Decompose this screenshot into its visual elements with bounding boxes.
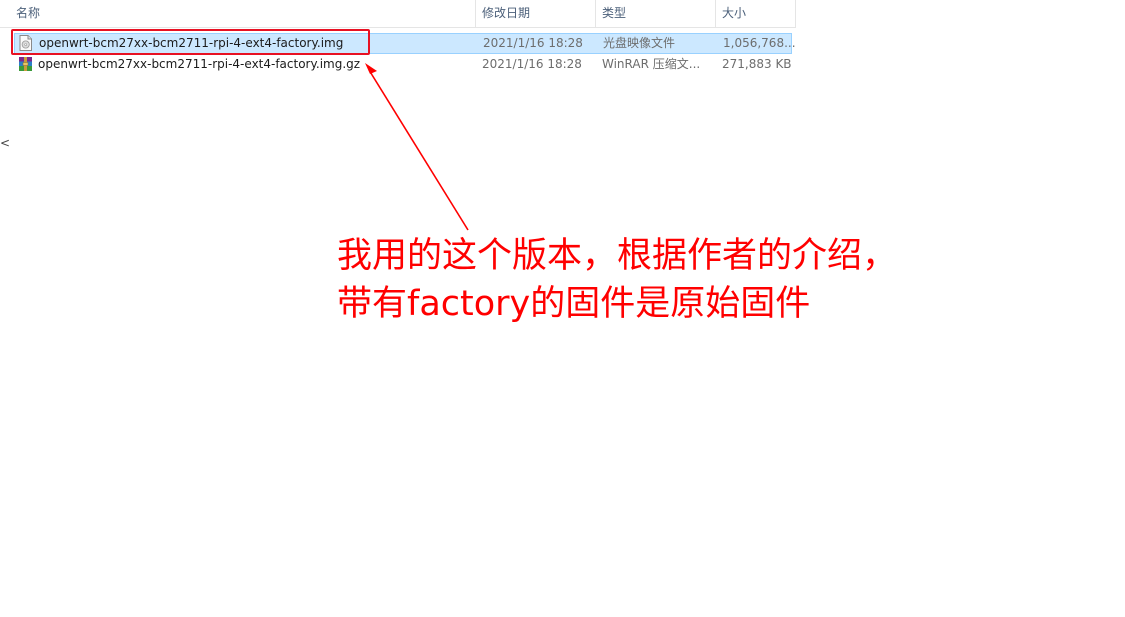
file-date: 2021/1/16 18:28 [482,57,582,71]
column-type-header[interactable]: 类型 [596,0,716,27]
scroll-edge-icon: < [0,136,11,150]
column-size-header[interactable]: 大小 [716,0,796,27]
file-size: 1,056,768... [723,36,796,50]
annotation-line-1: 我用的这个版本，根据作者的介绍， [337,236,898,276]
winrar-archive-icon [19,57,32,71]
file-type: WinRAR 压缩文... [602,57,701,71]
annotation-line-2: 带有factory的固件是原始固件 [337,284,811,324]
file-date: 2021/1/16 18:28 [483,36,583,50]
column-date-header[interactable]: 修改日期 [476,0,596,27]
file-row[interactable]: openwrt-bcm27xx-bcm2711-rpi-4-ext4-facto… [14,54,792,75]
file-name: openwrt-bcm27xx-bcm2711-rpi-4-ext4-facto… [38,57,361,71]
file-row[interactable]: openwrt-bcm27xx-bcm2711-rpi-4-ext4-facto… [14,33,796,54]
file-size: 271,883 KB [722,57,792,71]
file-type: 光盘映像文件 [603,36,676,50]
column-divider[interactable] [795,0,796,27]
file-name: openwrt-bcm27xx-bcm2711-rpi-4-ext4-facto… [39,36,344,50]
annotation-text: 我用的这个版本，根据作者的介绍， 带有factory的固件是原始固件 [337,232,897,328]
disc-image-icon [19,35,32,51]
column-header: ^ 名称 修改日期 类型 大小 [0,0,796,28]
column-name-header[interactable]: 名称 [10,0,476,27]
